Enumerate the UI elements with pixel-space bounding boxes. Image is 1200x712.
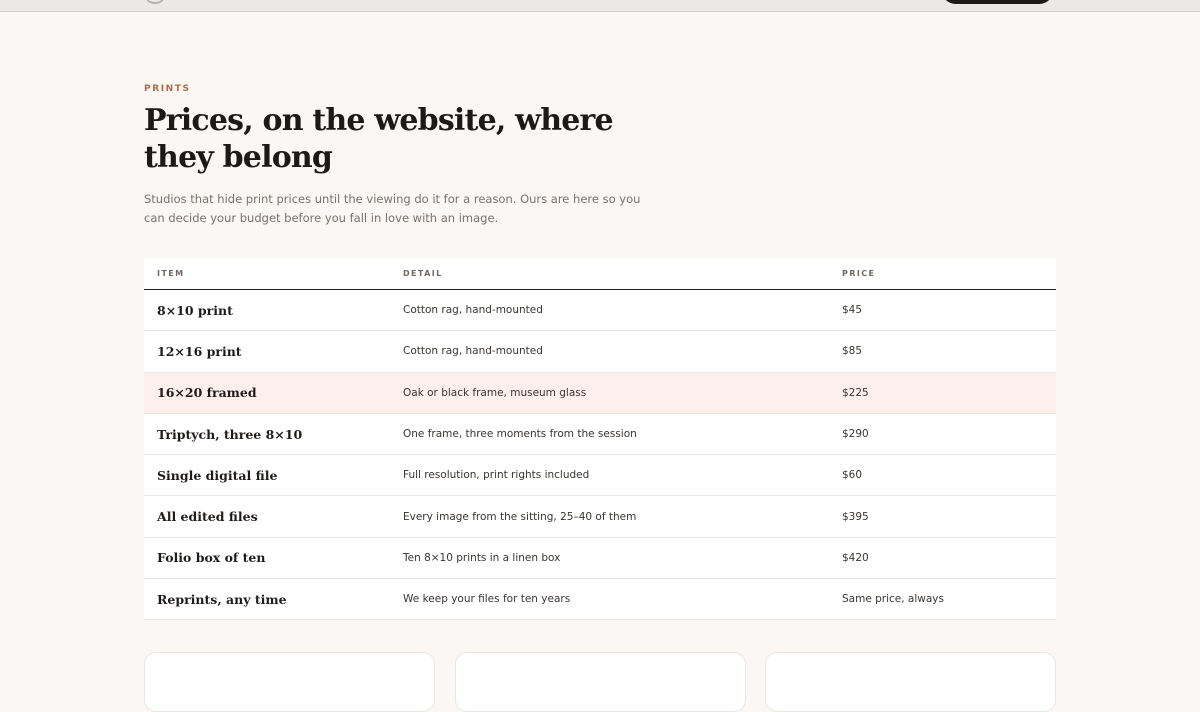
row-item: Folio box of ten: [157, 550, 266, 566]
feature-card: [765, 652, 1056, 712]
row-detail: Full resolution, print rights included: [403, 469, 590, 482]
row-detail: One frame, three moments from the sessio…: [403, 428, 637, 441]
row-detail: We keep your files for ten years: [403, 593, 571, 606]
feature-card: [144, 652, 435, 712]
row-item: All edited files: [157, 509, 258, 525]
table-row: Single digital file Full resolution, pri…: [144, 455, 1056, 497]
row-price: $395: [842, 510, 869, 523]
row-detail: Ten 8×10 prints in a linen box: [403, 551, 561, 564]
feature-card: [454, 652, 746, 712]
row-item: 12×16 print: [157, 343, 242, 359]
section-eyebrow: PRINTS: [144, 84, 191, 94]
table-header: ITEM DETAIL PRICE: [144, 258, 1056, 290]
table-row: All edited files Every image from the si…: [144, 496, 1056, 538]
row-price: Same price, always: [842, 593, 944, 606]
nav-cta-button[interactable]: [941, 0, 1054, 4]
logo-icon[interactable]: [146, 0, 164, 4]
price-table: ITEM DETAIL PRICE 8×10 print Cotton rag,…: [144, 258, 1056, 621]
column-header-detail: DETAIL: [403, 269, 443, 278]
table-row: 12×16 print Cotton rag, hand-mounted $85: [144, 331, 1056, 373]
row-item: 16×20 framed: [157, 385, 257, 401]
column-header-price: PRICE: [842, 269, 876, 278]
row-price: $225: [842, 386, 869, 399]
row-price: $420: [842, 551, 869, 564]
table-row: Reprints, any time We keep your files fo…: [144, 579, 1056, 621]
row-item: 8×10 print: [157, 302, 233, 318]
table-row: Triptych, three 8×10 One frame, three mo…: [144, 413, 1056, 456]
row-item: Reprints, any time: [157, 591, 287, 607]
top-nav-bar: [0, 0, 1200, 12]
row-price: $60: [842, 469, 863, 482]
table-row: Folio box of ten Ten 8×10 prints in a li…: [144, 537, 1056, 580]
row-price: $290: [842, 428, 869, 441]
row-detail: Cotton rag, hand-mounted: [403, 345, 543, 358]
column-header-item: ITEM: [157, 269, 185, 278]
feature-cards: [144, 652, 1056, 712]
row-item: Single digital file: [157, 467, 278, 483]
row-detail: Oak or black frame, museum glass: [403, 386, 587, 399]
row-price: $45: [842, 304, 863, 317]
row-item: Triptych, three 8×10: [157, 426, 303, 442]
row-detail: Cotton rag, hand-mounted: [403, 304, 543, 317]
page-title: Prices, on the website, where they belon…: [144, 103, 614, 175]
table-row: 8×10 print Cotton rag, hand-mounted $45: [144, 290, 1056, 332]
section-lede: Studios that hide print prices until the…: [144, 192, 641, 225]
row-detail: Every image from the sitting, 25–40 of t…: [403, 510, 637, 523]
table-row-highlighted: 16×20 framed Oak or black frame, museum …: [144, 372, 1056, 414]
row-price: $85: [842, 345, 863, 358]
